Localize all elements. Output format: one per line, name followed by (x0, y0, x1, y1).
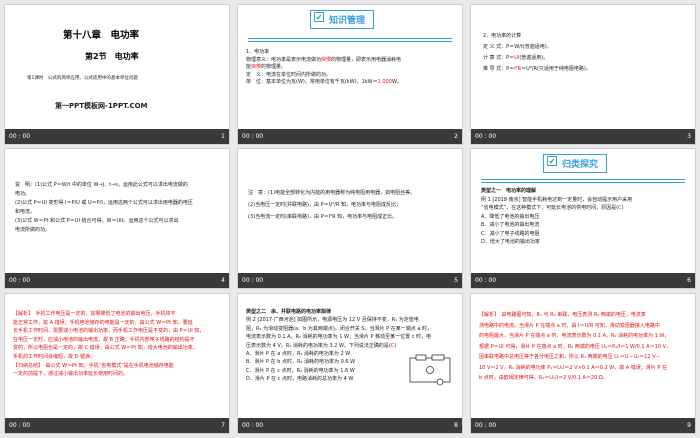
brand-text: 第一PPT模板网-1PPT.COM (55, 102, 148, 110)
slide-thumbnail-7[interactable]: 【解析】 手机工作电压是一定的，如果降低了电池的输出电压，手机将不 能正常工作，… (4, 293, 230, 434)
slide-thumbnail-5[interactable]: 注 意：(1)电能全部转化为内能的用电器称为纯电阻用电器，如电阻丝等。 (2)当… (237, 148, 463, 289)
slide-text: 说 明：(1)公式 P＝W/t 中的单位 W→J、t→s，运用此公式可以求出电流… (15, 182, 193, 233)
circuit-diagram (406, 354, 454, 386)
slide-text: 1．电功率 物理意义：电功率是表示电流做功快慢的物理量，即表示用电器消耗电 能快… (246, 49, 402, 85)
slide-status-bar: 00 : 00 9 (471, 418, 695, 433)
slide-text: 【解析】 由电路图可知，R₁ 与 R₂ 串联，电压表测 R₂ 两端的电压，电流表… (479, 312, 671, 381)
slide-status-bar: 00 : 00 2 (238, 129, 462, 144)
heading-lines (248, 38, 452, 46)
slide-thumbnail-4[interactable]: 说 明：(1)公式 P＝W/t 中的单位 W→J、t→s，运用此公式可以求出电流… (4, 148, 230, 289)
slide-status-bar: 00 : 00 8 (238, 418, 462, 433)
slide-thumbnail-2[interactable]: ✔ 知识管理 1．电功率 物理意义：电功率是表示电流做功快慢的物理量，即表示用电器… (237, 4, 463, 145)
slide-thumbnail-3[interactable]: 2．电功率的计算 定 义 式：P＝W/t(普遍适用)。 计 算 式：P＝UI(普… (470, 4, 696, 145)
chapter-title: 第十八章 电功率 (63, 30, 140, 41)
slide-thumbnail-6[interactable]: ✔ 归类探究 类型之一 电功率的理解 例 1 [2018·南京] 智能手机耗电达到… (470, 148, 696, 289)
slide-text: 2．电功率的计算 定 义 式：P＝W/t(普遍适用)。 计 算 式：P＝UI(普… (483, 33, 591, 72)
slide-thumbnail-9[interactable]: 【解析】 由电路图可知，R₁ 与 R₂ 串联，电压表测 R₂ 两端的电压，电流表… (470, 293, 696, 434)
section-heading: ✔ 知识管理 (310, 10, 375, 29)
slide-status-bar: 00 : 00 6 (471, 273, 695, 288)
lesson-subtitle: 第1课时 公式的简单应用、公式适用中的基本单位问题 (27, 76, 138, 81)
slide-status-bar: 00 : 00 7 (5, 418, 229, 433)
slide-status-bar: 00 : 00 5 (238, 273, 462, 288)
section-title: 第2节 电功率 (85, 52, 139, 61)
checkbox-icon: ✔ (547, 156, 557, 166)
slide-text: 类型之一 电功率的理解 例 1 [2018·南京] 智能手机耗电达到一定量时，会… (481, 188, 633, 245)
slide-text: 注 意：(1)电能全部转化为内能的用电器称为纯电阻用电器，如电阻丝等。 (2)当… (248, 190, 416, 220)
slide-status-bar: 00 : 00 1 (5, 129, 229, 144)
slide-status-bar: 00 : 00 4 (5, 273, 229, 288)
checkbox-icon: ✔ (314, 12, 324, 22)
slide-thumbnail-8[interactable]: 类型之二 串、并联电路的电功率规律 例 2 [2017·广西河池] 如图所示，电… (237, 293, 463, 434)
slide-thumbnail-1[interactable]: 第十八章 电功率 第2节 电功率 第1课时 公式的简单应用、公式适用中的基本单位… (4, 4, 230, 145)
slide-text: 【解析】 手机工作电压是一定的，如果降低了电池的输出电压，手机将不 能正常工作，… (13, 311, 205, 378)
section-heading: ✔ 归类探究 (543, 154, 608, 173)
heading-lines (481, 179, 685, 187)
slide-status-bar: 00 : 00 3 (471, 129, 695, 144)
